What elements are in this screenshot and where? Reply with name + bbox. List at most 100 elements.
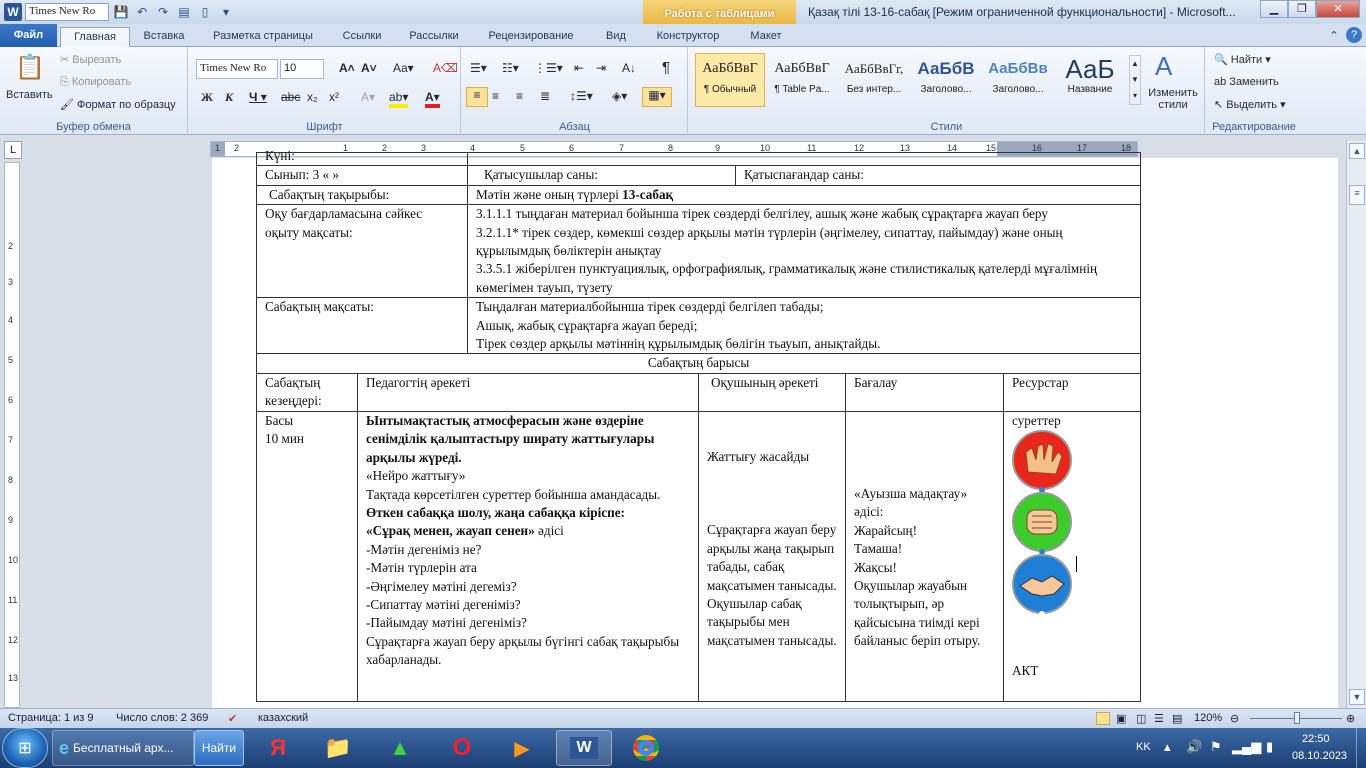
multilevel-list-icon[interactable]: ⋮☰▾: [534, 61, 563, 75]
tab-insert[interactable]: Вставка: [134, 27, 194, 47]
flag-icon[interactable]: ⚑: [1210, 739, 1222, 755]
bold-button[interactable]: Ж: [201, 90, 213, 105]
minimize-button[interactable]: ▁: [1260, 0, 1288, 18]
help-icon[interactable]: ?: [1346, 27, 1362, 43]
text-effects-icon[interactable]: A▾: [361, 90, 375, 104]
vertical-scrollbar[interactable]: ▲ ≡ ▼: [1346, 141, 1366, 708]
print-layout-view-icon[interactable]: [1096, 712, 1110, 725]
tab-page-layout[interactable]: Разметка страницы: [200, 27, 326, 47]
taskbar-search-button[interactable]: Найти: [194, 730, 244, 766]
media-player-icon[interactable]: ▶: [494, 730, 550, 766]
tab-mailings[interactable]: Рассылки: [398, 27, 470, 47]
sort-icon[interactable]: A↓: [622, 61, 636, 75]
start-button[interactable]: ⊞: [2, 728, 48, 768]
cut-button[interactable]: ✂ Вырезать: [60, 53, 121, 66]
clock-time[interactable]: 22:50: [1302, 733, 1330, 745]
customize-qat-icon[interactable]: ▾: [217, 3, 235, 21]
style-heading-2[interactable]: АаБбВв Заголово...: [983, 53, 1053, 107]
change-styles-icon[interactable]: A: [1155, 51, 1172, 82]
print-preview-icon[interactable]: ▤: [175, 3, 193, 21]
input-language[interactable]: KK: [1136, 741, 1151, 753]
page-count[interactable]: Страница: 1 из 9: [8, 712, 94, 724]
scroll-up-icon[interactable]: ▲: [1349, 143, 1365, 159]
line-spacing-icon[interactable]: ↕☰▾: [570, 89, 593, 103]
tab-file[interactable]: Файл: [0, 24, 57, 47]
volume-icon[interactable]: 🔊: [1186, 739, 1202, 755]
word-count[interactable]: Число слов: 2 369: [116, 712, 208, 724]
grow-font-icon[interactable]: A˄: [339, 61, 355, 75]
show-desktop-button[interactable]: [1356, 728, 1366, 768]
explorer-icon[interactable]: 📁: [310, 730, 366, 766]
bullets-icon[interactable]: ☰▾: [470, 61, 487, 75]
yandex-icon[interactable]: Я: [250, 730, 306, 766]
tab-design[interactable]: Конструктор: [648, 27, 728, 47]
style-no-spacing[interactable]: АаБбВвГг, Без интер...: [839, 53, 909, 107]
tab-stop-selector[interactable]: L: [4, 141, 22, 159]
tab-view[interactable]: Вид: [596, 27, 636, 47]
decrease-indent-icon[interactable]: ⇤: [574, 61, 584, 75]
web-layout-view-icon[interactable]: ◫: [1136, 712, 1146, 725]
goal-label-cell[interactable]: Сабақтың мақсаты:: [256, 297, 468, 355]
absent-cell[interactable]: Қатыспағандар саны:: [734, 165, 1142, 186]
empty-cell[interactable]: [466, 151, 1142, 167]
new-document-icon[interactable]: ▯: [196, 3, 214, 21]
copy-button[interactable]: ⎘ Копировать: [60, 76, 131, 89]
undo-icon[interactable]: ↶: [133, 3, 151, 21]
align-left-icon[interactable]: ≡: [466, 87, 488, 107]
maximize-button[interactable]: ❐: [1288, 0, 1316, 18]
font-name-select[interactable]: Times New Ro: [196, 59, 278, 79]
quick-font-box[interactable]: Times New Ro: [25, 3, 109, 21]
topic-value-cell[interactable]: Мәтін және оның түрлері 13-сабақ: [466, 184, 1142, 206]
col-student-header[interactable]: Оқушының әрекеті: [698, 372, 846, 412]
shrink-font-icon[interactable]: A˅: [361, 61, 377, 75]
zoom-in-icon[interactable]: ⊕: [1346, 712, 1355, 725]
scroll-down-icon[interactable]: ▼: [1349, 689, 1365, 705]
language[interactable]: казахский: [258, 712, 308, 724]
underline-button[interactable]: Ч ▾: [249, 90, 267, 104]
pilcrow-icon[interactable]: ¶: [662, 59, 670, 76]
word-task-icon[interactable]: W: [556, 730, 612, 766]
col-eval-header[interactable]: Бағалау: [845, 372, 1004, 412]
goals-cell[interactable]: Тыңдалған материалбойынша тірек сөздерді…: [466, 297, 1142, 355]
spell-check-icon[interactable]: ✔: [228, 712, 237, 725]
evaluation-cell[interactable]: «Ауызша мадақтау» әдісі: Жарайсың! Тамаш…: [845, 410, 1004, 702]
teacher-action-cell[interactable]: Ынтымақтастық атмосферасын және өздеріне…: [357, 410, 699, 702]
highlight-icon[interactable]: ab▾: [389, 90, 409, 108]
progress-header-cell[interactable]: Сабақтың барысы: [255, 353, 1142, 374]
tab-home[interactable]: Главная: [60, 27, 130, 48]
style-table-paragraph[interactable]: АаБбВвГ ¶ Table Pa...: [767, 53, 837, 107]
word-app-icon[interactable]: W: [4, 3, 22, 21]
document-page[interactable]: Күні: Сынып: 3 « » Қатысушылар саны: Қатыс…: [212, 148, 1338, 708]
opera-icon[interactable]: O: [434, 730, 490, 766]
tray-expand-icon[interactable]: ▴: [1164, 739, 1171, 755]
stage-cell[interactable]: Басы 10 мин: [256, 410, 358, 702]
student-action-cell[interactable]: Жаттығу жасайды Сұрақтарға жауап беру ар…: [698, 410, 846, 702]
resources-cell[interactable]: суреттер АКТ: [1002, 410, 1142, 702]
style-normal[interactable]: АаБбВвГ ¶ Обычный: [695, 53, 765, 107]
col-resources-header[interactable]: Ресурстар: [1002, 372, 1142, 412]
font-color-icon[interactable]: A▾: [425, 90, 440, 108]
objectives-label-cell[interactable]: Оқу бағдарламасына сәйкес оқыту мақсаты:: [256, 204, 468, 299]
close-button[interactable]: ✕: [1316, 0, 1360, 18]
draft-view-icon[interactable]: ▤: [1172, 712, 1182, 725]
clear-formatting-icon[interactable]: A⌫: [433, 61, 458, 75]
clock-date[interactable]: 08.10.2023: [1292, 750, 1347, 762]
find-button[interactable]: 🔍 Найти ▾: [1214, 53, 1271, 66]
objectives-cell[interactable]: 3.1.1.1 тыңдаған материал бойынша тірек …: [466, 204, 1142, 299]
superscript-button[interactable]: x²: [329, 90, 339, 104]
align-right-icon[interactable]: ≡: [516, 89, 523, 103]
scroll-thumb[interactable]: ≡: [1349, 185, 1365, 205]
align-center-icon[interactable]: ≡: [492, 89, 499, 103]
paste-icon[interactable]: 📋: [10, 53, 50, 81]
topic-label-cell[interactable]: Сабақтың тақырыбы:: [256, 184, 468, 206]
style-heading-1[interactable]: АаБбВ Заголово...: [911, 53, 981, 107]
col-teacher-header[interactable]: Педагогтің әрекеті: [357, 372, 699, 412]
browser-task[interactable]: e Бесплатный арх...: [52, 730, 194, 766]
styles-scroll-icon[interactable]: ▲ ▼ ▾: [1129, 55, 1141, 105]
select-button[interactable]: ↖ Выделить ▾: [1214, 98, 1286, 111]
increase-indent-icon[interactable]: ⇥: [596, 61, 606, 75]
font-size-select[interactable]: 10: [280, 59, 324, 79]
numbering-icon[interactable]: ☷▾: [502, 61, 519, 75]
outline-view-icon[interactable]: ☰: [1154, 712, 1164, 725]
zoom-out-icon[interactable]: ⊖: [1230, 712, 1239, 725]
